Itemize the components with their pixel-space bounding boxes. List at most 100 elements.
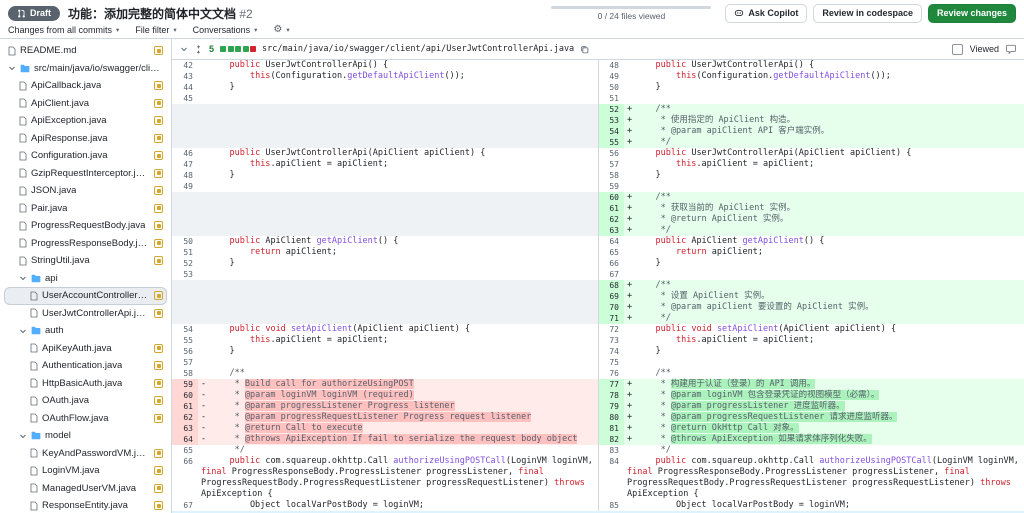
- line-number[interactable]: 85: [598, 500, 624, 511]
- line-number[interactable]: 70: [598, 302, 624, 313]
- line-number[interactable]: 69: [598, 291, 624, 302]
- file-tree-item[interactable]: OAuth.java: [4, 392, 167, 410]
- line-number[interactable]: 59: [172, 379, 198, 390]
- ask-copilot-button[interactable]: Ask Copilot: [725, 4, 807, 23]
- line-number[interactable]: 56: [598, 148, 624, 159]
- file-tree-item[interactable]: OAuthFlow.java: [4, 410, 167, 428]
- file-tree-item[interactable]: GzipRequestInterceptor.java: [4, 165, 167, 183]
- file-tree-item[interactable]: ResponseEntity.java: [4, 497, 167, 513]
- file-tree-item[interactable]: Configuration.java: [4, 147, 167, 165]
- line-number[interactable]: 49: [598, 71, 624, 82]
- line-number[interactable]: 56: [172, 346, 198, 357]
- line-number[interactable]: 53: [172, 269, 198, 280]
- line-number[interactable]: [172, 302, 198, 313]
- line-number[interactable]: 45: [172, 93, 198, 104]
- line-number[interactable]: 53: [598, 115, 624, 126]
- file-comment-button[interactable]: [1006, 44, 1016, 54]
- file-tree-item[interactable]: ApiCallback.java: [4, 77, 167, 95]
- line-number[interactable]: 60: [172, 390, 198, 401]
- file-tree-item[interactable]: ApiResponse.java: [4, 130, 167, 148]
- line-number[interactable]: 58: [598, 170, 624, 181]
- line-number[interactable]: 72: [598, 324, 624, 335]
- line-number[interactable]: 65: [598, 247, 624, 258]
- conversations-dropdown[interactable]: Conversations▾: [193, 25, 258, 35]
- file-tree-item[interactable]: Pair.java: [4, 200, 167, 218]
- file-tree-folder[interactable]: src/main/java/io/swagger/client: [4, 60, 167, 78]
- line-number[interactable]: 43: [172, 71, 198, 82]
- line-number[interactable]: 80: [598, 412, 624, 423]
- line-number[interactable]: 71: [598, 313, 624, 324]
- file-tree-item[interactable]: StringUtil.java: [4, 252, 167, 270]
- line-number[interactable]: 47: [172, 159, 198, 170]
- file-tree-item[interactable]: UserAccountControllerApi.java: [4, 287, 167, 305]
- line-number[interactable]: [172, 104, 198, 115]
- line-number[interactable]: 75: [598, 357, 624, 368]
- file-tree-item[interactable]: ApiKeyAuth.java: [4, 340, 167, 358]
- line-number[interactable]: [172, 313, 198, 324]
- line-number[interactable]: [172, 203, 198, 214]
- line-number[interactable]: [172, 137, 198, 148]
- file-tree-folder[interactable]: api: [4, 270, 167, 288]
- line-number[interactable]: 62: [598, 214, 624, 225]
- line-number[interactable]: 46: [172, 148, 198, 159]
- line-number[interactable]: 58: [172, 368, 198, 379]
- line-number[interactable]: 48: [172, 170, 198, 181]
- file-tree-item[interactable]: README.md: [4, 42, 167, 60]
- line-number[interactable]: [172, 214, 198, 225]
- file-tree-item[interactable]: UserJwtControllerApi.java: [4, 305, 167, 323]
- line-number[interactable]: 64: [598, 236, 624, 247]
- line-number[interactable]: [172, 115, 198, 126]
- line-number[interactable]: 77: [598, 379, 624, 390]
- line-number[interactable]: 52: [598, 104, 624, 115]
- file-tree-folder[interactable]: model: [4, 427, 167, 445]
- line-number[interactable]: 64: [172, 434, 198, 445]
- commits-dropdown[interactable]: Changes from all commits▾: [8, 25, 119, 35]
- line-number[interactable]: 55: [598, 137, 624, 148]
- copy-path-button[interactable]: [580, 45, 589, 54]
- file-tree-item[interactable]: ManagedUserVM.java: [4, 480, 167, 498]
- line-number[interactable]: [172, 280, 198, 291]
- line-number[interactable]: 61: [172, 401, 198, 412]
- file-tree-item[interactable]: ApiException.java: [4, 112, 167, 130]
- line-number[interactable]: 67: [172, 500, 198, 511]
- line-number[interactable]: 50: [172, 236, 198, 247]
- line-number[interactable]: [172, 126, 198, 137]
- review-in-codespace-button[interactable]: Review in codespace: [813, 4, 922, 23]
- expand-all-button[interactable]: [194, 45, 203, 54]
- line-number[interactable]: 49: [172, 181, 198, 192]
- line-number[interactable]: [172, 225, 198, 236]
- file-tree-item[interactable]: LoginVM.java: [4, 462, 167, 480]
- file-tree-item[interactable]: ProgressRequestBody.java: [4, 217, 167, 235]
- line-number[interactable]: 51: [598, 93, 624, 104]
- line-number[interactable]: 44: [172, 82, 198, 93]
- line-number[interactable]: 62: [172, 412, 198, 423]
- diff-settings-dropdown[interactable]: ⚙▾: [273, 25, 289, 35]
- line-number[interactable]: 65: [172, 445, 198, 456]
- line-number[interactable]: 54: [172, 324, 198, 335]
- line-number[interactable]: 50: [598, 82, 624, 93]
- file-tree-item[interactable]: ApiClient.java: [4, 95, 167, 113]
- line-number[interactable]: [172, 192, 198, 203]
- review-changes-button[interactable]: Review changes: [928, 4, 1016, 23]
- file-tree-item[interactable]: Authentication.java: [4, 357, 167, 375]
- file-filter-dropdown[interactable]: File filter▾: [135, 25, 176, 35]
- line-number[interactable]: 54: [598, 126, 624, 137]
- line-number[interactable]: 61: [598, 203, 624, 214]
- file-tree-folder[interactable]: auth: [4, 322, 167, 340]
- line-number[interactable]: 66: [598, 258, 624, 269]
- line-number[interactable]: 73: [598, 335, 624, 346]
- file-tree-item[interactable]: ProgressResponseBody.java: [4, 235, 167, 253]
- collapse-file-button[interactable]: [180, 45, 188, 53]
- line-number[interactable]: 57: [598, 159, 624, 170]
- line-number[interactable]: 78: [598, 390, 624, 401]
- line-number[interactable]: 42: [172, 60, 198, 71]
- line-number[interactable]: 63: [172, 423, 198, 434]
- line-number[interactable]: 84: [598, 456, 624, 500]
- line-number[interactable]: 48: [598, 60, 624, 71]
- line-number[interactable]: 82: [598, 434, 624, 445]
- line-number[interactable]: 83: [598, 445, 624, 456]
- line-number[interactable]: 68: [598, 280, 624, 291]
- line-number[interactable]: 55: [172, 335, 198, 346]
- line-number[interactable]: 52: [172, 258, 198, 269]
- line-number[interactable]: 76: [598, 368, 624, 379]
